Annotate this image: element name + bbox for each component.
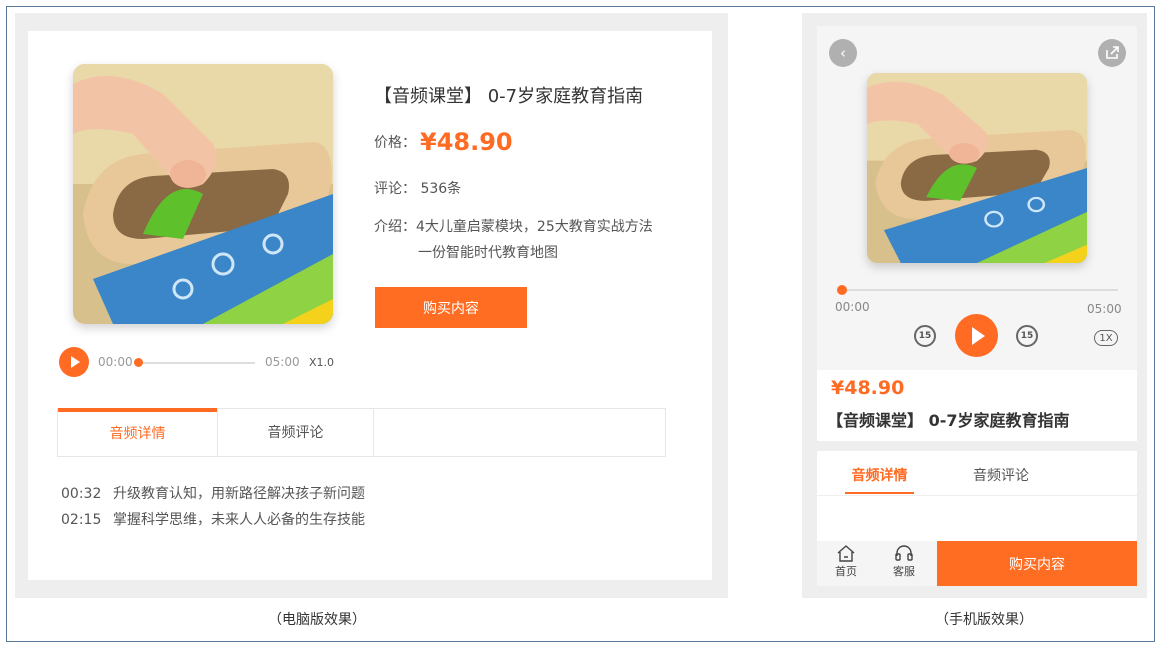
price-row: 价格： ¥48.90 — [374, 128, 513, 156]
tab-audio-comments[interactable]: 音频评论 — [217, 409, 374, 457]
progress-handle[interactable] — [134, 358, 143, 367]
nav-home[interactable]: 首页 — [831, 545, 861, 579]
detail-tabs: 音频详情 音频评论 — [57, 408, 666, 457]
play-button[interactable] — [955, 314, 998, 357]
course-intro: 介绍：4大儿童启蒙模块，25大教育实战方法 一份智能时代教育地图 — [374, 214, 653, 266]
list-item[interactable]: 00:32 升级教育认知，用新路径解决孩子新问题 — [61, 481, 365, 507]
mobile-caption: （手机版效果） — [935, 612, 1033, 628]
current-time: 00:00 — [98, 355, 133, 369]
chapter-time: 00:32 — [61, 486, 102, 502]
play-button[interactable] — [59, 347, 89, 377]
share-icon[interactable] — [1098, 39, 1126, 67]
comment-count: 评论： 536条 — [374, 181, 462, 197]
progress-track[interactable] — [138, 362, 255, 364]
price-label: 价格： — [374, 135, 416, 151]
course-cover-image — [867, 73, 1087, 263]
buy-button[interactable]: 购买内容 — [937, 541, 1137, 586]
chapter-list: 00:32 升级教育认知，用新路径解决孩子新问题 02:15 掌握科学思维，未来人人… — [61, 481, 365, 533]
total-time: 05:00 — [1087, 302, 1122, 316]
back-icon[interactable]: ‹ — [829, 39, 857, 67]
nav-home-label: 首页 — [835, 565, 857, 578]
nav-service-label: 客服 — [893, 565, 915, 578]
headset-icon — [895, 545, 913, 561]
price-value: ¥48.90 — [420, 128, 513, 156]
course-title: 【音频课堂】 0-7岁家庭教育指南 — [374, 86, 644, 107]
playback-speed[interactable]: X1.0 — [309, 356, 334, 369]
playback-speed[interactable]: 1X — [1094, 330, 1118, 346]
active-tab-indicator — [845, 492, 914, 494]
intro-line-1: 介绍：4大儿童启蒙模块，25大教育实战方法 — [374, 219, 653, 235]
total-time: 05:00 — [265, 355, 300, 369]
tab-audio-comments[interactable]: 音频评论 — [973, 465, 1029, 485]
progress-handle[interactable] — [837, 285, 847, 295]
forward-15-icon[interactable]: 15 — [1016, 325, 1038, 347]
tab-audio-detail[interactable]: 音频详情 — [845, 465, 914, 485]
buy-button[interactable]: 购买内容 — [375, 287, 527, 328]
chapter-title: 掌握科学思维，未来人人必备的生存技能 — [113, 512, 365, 528]
intro-line-2: 一份智能时代教育地图 — [418, 245, 558, 261]
progress-track[interactable] — [842, 289, 1118, 291]
course-title: 【音频课堂】 0-7岁家庭教育指南 — [827, 411, 1070, 430]
chapter-title: 升级教育认知，用新路径解决孩子新问题 — [113, 486, 365, 502]
tab-audio-detail[interactable]: 音频详情 — [58, 408, 217, 456]
price-value: ¥48.90 — [831, 377, 905, 399]
chapter-time: 02:15 — [61, 512, 102, 528]
desktop-caption: （电脑版效果） — [268, 612, 366, 628]
rewind-15-icon[interactable]: 15 — [914, 325, 936, 347]
list-item[interactable]: 02:15 掌握科学思维，未来人人必备的生存技能 — [61, 507, 365, 533]
course-cover-image — [73, 64, 333, 324]
current-time: 00:00 — [835, 300, 870, 314]
nav-service[interactable]: 客服 — [889, 545, 919, 579]
home-icon — [837, 545, 855, 562]
tab-divider — [817, 495, 1137, 496]
